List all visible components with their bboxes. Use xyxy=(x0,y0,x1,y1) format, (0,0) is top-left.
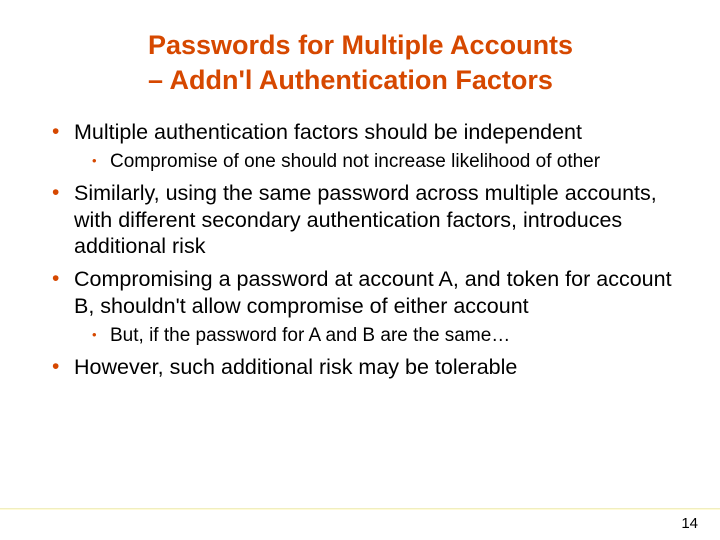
bullet-item: Compromising a password at account A, an… xyxy=(48,266,672,348)
bullet-item: Multiple authentication factors should b… xyxy=(48,119,672,174)
bullet-text: Similarly, using the same password acros… xyxy=(74,181,657,259)
bullet-list: Multiple authentication factors should b… xyxy=(48,119,672,381)
bullet-item: However, such additional risk may be tol… xyxy=(48,354,672,381)
sub-bullet-item: Compromise of one should not increase li… xyxy=(74,150,672,174)
title-line-1: Passwords for Multiple Accounts xyxy=(148,30,573,60)
title-line-2: – Addn'l Authentication Factors xyxy=(148,65,553,95)
footer-divider xyxy=(0,508,720,510)
bullet-text: However, such additional risk may be tol… xyxy=(74,355,517,379)
bullet-item: Similarly, using the same password acros… xyxy=(48,180,672,261)
slide-title: Passwords for Multiple Accounts – Addn'l… xyxy=(48,28,672,97)
sub-bullet-text: Compromise of one should not increase li… xyxy=(110,151,600,172)
sub-bullet-text: But, if the password for A and B are the… xyxy=(110,325,510,346)
bullet-text: Compromising a password at account A, an… xyxy=(74,267,672,318)
bullet-text: Multiple authentication factors should b… xyxy=(74,120,582,144)
slide: Passwords for Multiple Accounts – Addn'l… xyxy=(0,0,720,540)
sub-bullet-item: But, if the password for A and B are the… xyxy=(74,324,672,348)
sub-bullet-list: But, if the password for A and B are the… xyxy=(74,324,672,348)
page-number: 14 xyxy=(681,515,698,532)
sub-bullet-list: Compromise of one should not increase li… xyxy=(74,150,672,174)
